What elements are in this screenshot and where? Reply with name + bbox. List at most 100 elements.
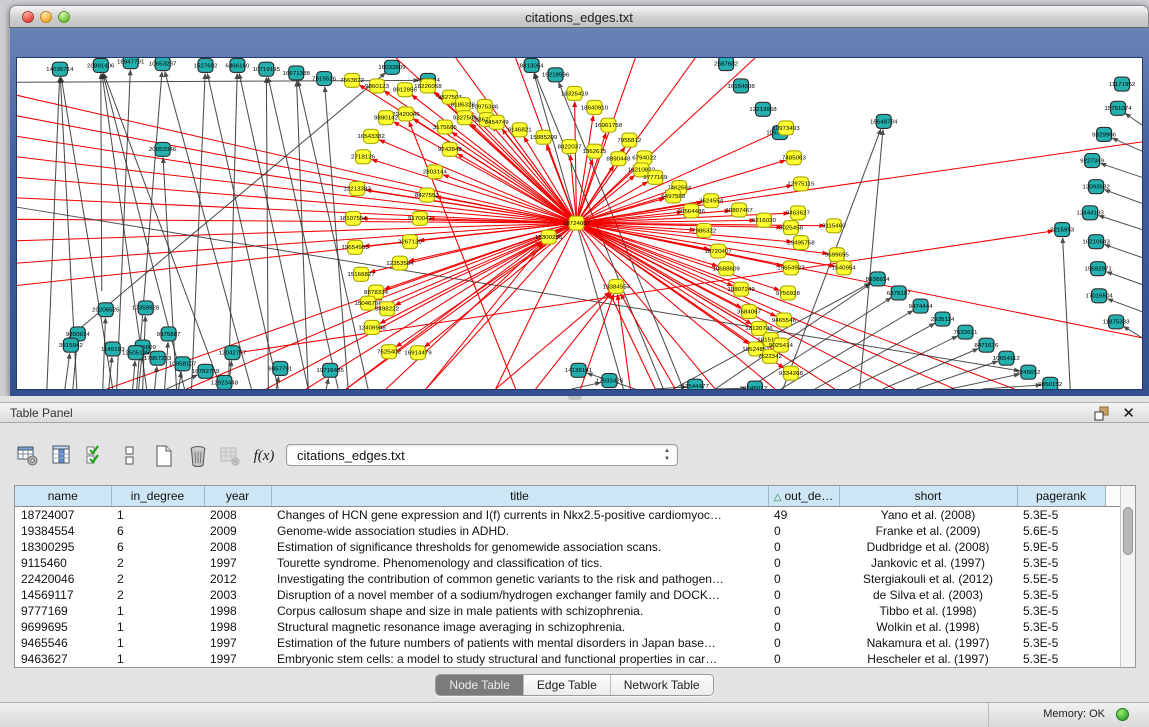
graph-node[interactable]: 8813054 xyxy=(520,58,545,72)
cell[interactable]: 1997 xyxy=(204,635,271,651)
graph-node[interactable]: 18720407 xyxy=(704,244,732,258)
cell[interactable]: 1 xyxy=(111,603,204,619)
table-row[interactable]: 1872400712008Changes of HCN gene express… xyxy=(15,507,1120,524)
column-header-short[interactable]: short xyxy=(839,486,1017,507)
cell[interactable]: 1997 xyxy=(204,651,271,667)
table-row[interactable]: 1830029562008Estimation of significance … xyxy=(15,539,1120,555)
cell[interactable]: 1 xyxy=(111,507,204,524)
graph-node[interactable]: 9025458 xyxy=(779,221,804,235)
table-row[interactable]: 1938455462009Genome-wide association stu… xyxy=(15,523,1120,539)
function-builder-icon[interactable]: f(x) xyxy=(250,442,278,470)
graph-node[interactable]: 9857791 xyxy=(268,361,293,375)
cell[interactable]: 1998 xyxy=(204,619,271,635)
graph-node[interactable]: 8990448 xyxy=(606,152,631,166)
delete-icon[interactable] xyxy=(184,442,212,470)
graph-node[interactable]: 19654953 xyxy=(341,240,369,254)
cell[interactable]: 0 xyxy=(768,571,839,587)
table-row[interactable]: 1456911722003Disruption of a novel membe… xyxy=(15,587,1120,603)
graph-node[interactable]: 9463627 xyxy=(786,206,811,220)
graph-node[interactable]: 7955812 xyxy=(617,133,642,147)
cell[interactable]: Investigating the contribution of common… xyxy=(271,571,768,587)
table-row[interactable]: 2242004622012Investigating the contribut… xyxy=(15,571,1120,587)
graph-node[interactable]: 15751074 xyxy=(1104,101,1132,115)
cell[interactable]: Tibbo et al. (1998) xyxy=(839,603,1017,619)
cell[interactable]: Hescheler et al. (1997) xyxy=(839,651,1017,667)
graph-node[interactable]: 12213968 xyxy=(749,102,777,116)
graph-node[interactable]: 19218596 xyxy=(542,68,570,82)
cell[interactable]: 0 xyxy=(768,587,839,603)
graph-node[interactable]: 15166827 xyxy=(347,267,375,281)
cell[interactable]: 0 xyxy=(768,651,839,667)
graph-node[interactable]: 9850152 xyxy=(1038,377,1063,389)
cell[interactable]: 6 xyxy=(111,523,204,539)
column-header-name[interactable]: name xyxy=(15,486,111,507)
table-row[interactable]: 969969511998Structural magnetic resonanc… xyxy=(15,619,1120,635)
graph-node[interactable]: 7485063 xyxy=(782,151,807,165)
cell[interactable]: 5.3E-5 xyxy=(1017,603,1105,619)
cell[interactable]: Changes of HCN gene expression and I(f) … xyxy=(271,507,768,524)
cell[interactable]: 0 xyxy=(768,555,839,571)
cell[interactable]: 9699695 xyxy=(15,619,111,635)
cell[interactable]: 1998 xyxy=(204,603,271,619)
cell[interactable]: Tourette syndrome. Phenomenology and cla… xyxy=(271,555,768,571)
cell[interactable]: 0 xyxy=(768,539,839,555)
cell[interactable]: 19384554 xyxy=(15,523,111,539)
cell[interactable]: 5.3E-5 xyxy=(1017,635,1105,651)
import-table-disabled-icon[interactable] xyxy=(216,442,244,470)
graph-node[interactable]: 7625402 xyxy=(377,345,402,359)
column-header-pagerank[interactable]: pagerank xyxy=(1017,486,1105,507)
graph-node[interactable]: 15692971 xyxy=(1084,262,1112,276)
cell[interactable]: 18724007 xyxy=(15,507,111,524)
cell[interactable]: 14569117 xyxy=(15,587,111,603)
cell[interactable]: Jankovic et al. (1997) xyxy=(839,555,1017,571)
graph-node[interactable]: 7632621 xyxy=(953,325,978,339)
network-window-titlebar[interactable]: citations_edges.txt xyxy=(9,5,1149,28)
graph-node[interactable]: 8471676 xyxy=(974,338,999,352)
cell[interactable]: Estimation of the future numbers of pati… xyxy=(271,635,768,651)
graph-node[interactable]: 12923448 xyxy=(211,375,239,389)
tab-edge-table[interactable]: Edge Table xyxy=(524,675,611,695)
cell[interactable]: Nakamura et al. (1997) xyxy=(839,635,1017,651)
cell[interactable]: 5.3E-5 xyxy=(1017,619,1105,635)
graph-node[interactable]: 17016504 xyxy=(1085,289,1113,303)
network-canvas[interactable]: 1403571420891406189477911065328715276026… xyxy=(16,57,1143,390)
graph-node[interactable]: 16210643 xyxy=(1082,235,1110,249)
graph-node[interactable]: 3267130 xyxy=(398,235,423,249)
graph-node[interactable]: 12213383 xyxy=(343,182,371,196)
graph-node[interactable]: 12093582 xyxy=(1082,180,1110,194)
cell[interactable]: 1 xyxy=(111,651,204,667)
cell[interactable]: Yano et al. (2008) xyxy=(839,507,1017,524)
close-panel-icon[interactable]: ✕ xyxy=(1122,404,1135,422)
splitter-handle[interactable] xyxy=(568,396,582,400)
cell[interactable]: 18300295 xyxy=(15,539,111,555)
cell[interactable]: 1 xyxy=(111,635,204,651)
graph-node[interactable]: 16033809 xyxy=(378,60,406,74)
merge-columns-icon[interactable] xyxy=(116,442,144,470)
cell[interactable]: 1 xyxy=(111,619,204,635)
table-row[interactable]: 911546021997Tourette syndrome. Phenomeno… xyxy=(15,555,1120,571)
cell[interactable]: 9777169 xyxy=(15,603,111,619)
graph-node[interactable]: 9245652 xyxy=(1016,365,1041,379)
graph-node[interactable]: 19654923 xyxy=(777,261,805,275)
graph-node[interactable]: 9245012 xyxy=(743,381,768,389)
cell[interactable]: Franke et al. (2009) xyxy=(839,523,1017,539)
graph-node[interactable]: 9756928 xyxy=(776,286,801,300)
graph-node[interactable]: 12444193 xyxy=(1076,206,1104,220)
graph-node[interactable]: 2718126 xyxy=(351,150,376,164)
cell[interactable]: 2012 xyxy=(204,571,271,587)
graph-node[interactable]: 20891406 xyxy=(87,58,115,72)
graph-node[interactable]: 19716485 xyxy=(316,363,344,377)
graph-node[interactable]: 20053346 xyxy=(149,142,177,156)
graph-node[interactable]: 14035714 xyxy=(46,62,74,76)
graph-node[interactable]: 11875333 xyxy=(1103,315,1131,329)
graph-node[interactable]: 16648784 xyxy=(870,114,898,128)
cell[interactable]: de Silva et al. (2003) xyxy=(839,587,1017,603)
column-header-year[interactable]: year xyxy=(204,486,271,507)
graph-node[interactable]: 6466160 xyxy=(225,58,250,72)
cell[interactable]: 5.5E-5 xyxy=(1017,571,1105,587)
graph-node[interactable]: 1527602 xyxy=(193,58,218,72)
cell[interactable]: Estimation of significance thresholds fo… xyxy=(271,539,768,555)
graph-node[interactable]: 9170041 xyxy=(408,211,433,225)
graph-node[interactable]: 9329966 xyxy=(1092,127,1117,141)
table-row[interactable]: 977716911998Corpus callosum shape and si… xyxy=(15,603,1120,619)
